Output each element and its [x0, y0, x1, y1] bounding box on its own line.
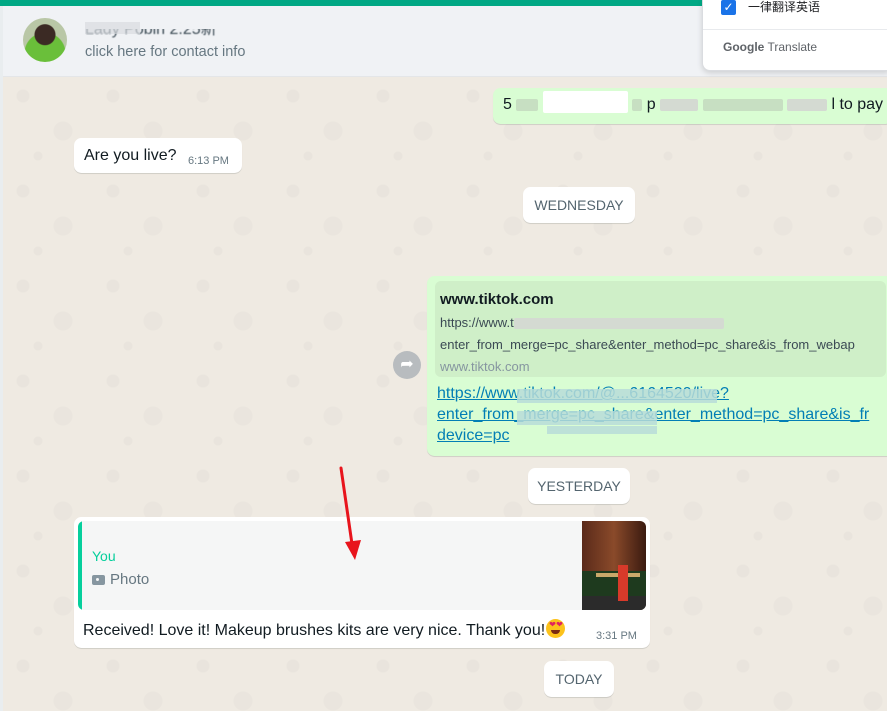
camera-icon	[92, 575, 105, 585]
translate-brand-text: Translate	[767, 40, 818, 54]
forward-icon[interactable]: ➦	[393, 351, 421, 379]
heart-eyes-emoji-icon	[546, 619, 566, 638]
link-preview-domain: www.tiktok.com	[440, 359, 530, 374]
quote-type: Photo	[92, 571, 149, 588]
contact-name-redaction	[85, 22, 140, 34]
link-line-3[interactable]: device=pc	[437, 425, 887, 446]
link-preview-url-line1: https://www.t	[440, 315, 724, 330]
link-preview-title: www.tiktok.com	[440, 291, 554, 308]
quote-type-label: Photo	[110, 571, 150, 588]
contact-info-link[interactable]: click here for contact info	[85, 44, 245, 60]
link-redaction	[517, 389, 717, 403]
thumbnail-detail	[618, 565, 628, 601]
message-time: 3:31 PM	[596, 630, 637, 642]
popup-divider	[703, 29, 887, 30]
reply-text: Received! Love it! Makeup brushes kits a…	[83, 619, 566, 640]
quote-accent-bar	[78, 521, 82, 610]
date-separator-today: TODAY	[544, 661, 614, 697]
always-translate-label[interactable]: 一律翻译英语	[748, 0, 820, 15]
date-separator-wednesday: WEDNESDAY	[523, 187, 635, 223]
link-line-2[interactable]: enter_from_merge=pc_share&enter_method=p…	[437, 404, 887, 425]
translate-popup: ✓ 一律翻译英语 Google Translate	[702, 0, 887, 71]
message-time: 6:13 PM	[188, 155, 229, 167]
google-translate-brand: Google Translate	[723, 40, 817, 54]
link-preview-url-text: https://www.t	[440, 315, 514, 330]
date-separator-yesterday: YESTERDAY	[528, 468, 630, 504]
always-translate-checkbox[interactable]: ✓	[721, 0, 736, 15]
redaction	[513, 318, 724, 330]
annotation-arrow	[339, 466, 361, 560]
link-preview-card[interactable]: www.tiktok.com https://www.t enter_from_…	[435, 281, 886, 377]
outgoing-top-mid: p	[646, 96, 656, 113]
outgoing-link-message[interactable]: www.tiktok.com https://www.t enter_from_…	[427, 276, 887, 456]
redaction	[786, 98, 827, 111]
redaction	[660, 98, 699, 111]
redaction	[702, 98, 783, 111]
link-redaction	[547, 426, 657, 434]
redaction	[632, 98, 643, 111]
reply-message-text: Received! Love it! Makeup brushes kits a…	[83, 622, 546, 639]
google-brand-text: Google	[723, 40, 765, 54]
outgoing-message-top[interactable]: 5 p l to pay	[493, 88, 887, 124]
outgoing-top-prefix: 5	[503, 96, 512, 113]
message-text: Are you live?	[84, 147, 177, 164]
quote-author: You	[92, 548, 116, 564]
quoted-photo-thumbnail[interactable]	[582, 521, 646, 610]
contact-avatar[interactable]	[23, 18, 67, 62]
redaction-white	[542, 90, 628, 113]
incoming-message-live[interactable]: Are you live? 6:13 PM	[74, 138, 242, 173]
link-redaction	[517, 411, 657, 425]
outgoing-top-suffix: l to pay	[831, 96, 884, 113]
link-preview-url-line2: enter_from_merge=pc_share&enter_method=p…	[440, 337, 855, 352]
outgoing-top-text: 5 p l to pay	[503, 90, 884, 114]
redaction	[516, 98, 539, 111]
